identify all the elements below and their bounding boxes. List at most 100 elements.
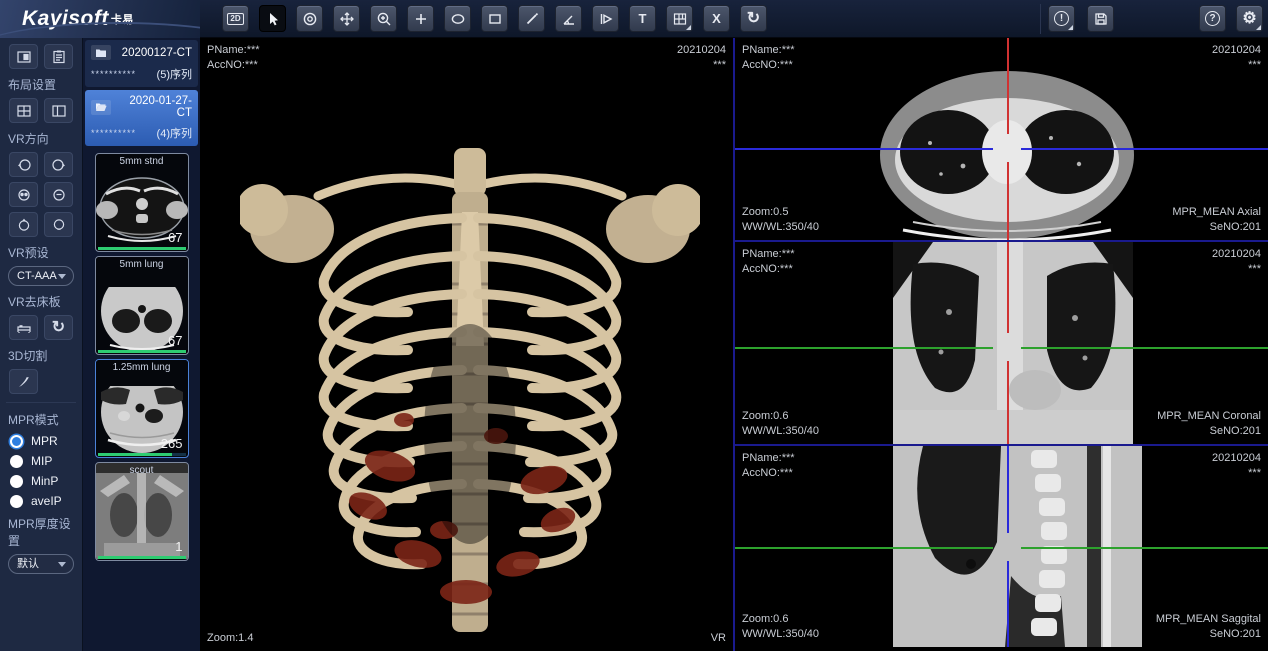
axial-crosshair-horizontal[interactable]: [735, 148, 993, 150]
scalpel-button[interactable]: [9, 369, 38, 394]
help-button[interactable]: ?: [1199, 5, 1226, 32]
vr-head-inferior-button[interactable]: [44, 212, 73, 237]
app-logo: Kayisoft卡易: [0, 0, 200, 38]
layout-single-button[interactable]: [9, 44, 38, 69]
study-item-1[interactable]: 20200127-CT ********** (5)序列: [85, 40, 198, 87]
measure-line-button[interactable]: [518, 5, 545, 32]
head-top-icon: [16, 217, 32, 233]
layout-row-2: [0, 98, 82, 123]
mpr-mode-option-aveip[interactable]: aveIP: [10, 494, 82, 508]
layout-grid-icon: [672, 11, 688, 27]
head-back-icon: [51, 187, 67, 203]
pan-button[interactable]: [333, 5, 360, 32]
coronal-crosshair-vertical[interactable]: [1007, 361, 1009, 446]
axial-crosshair-horizontal[interactable]: [1021, 148, 1268, 150]
mpr-mode-option-minp[interactable]: MinP: [10, 474, 82, 488]
vr-bed-label: VR去床板: [8, 293, 82, 310]
coronal-crosshair-vertical[interactable]: [1007, 242, 1009, 333]
rectangle-icon: [487, 11, 503, 27]
gear-icon: ⚙: [1242, 11, 1256, 27]
folder-open-icon: [91, 100, 111, 115]
series-thumbnail-1[interactable]: 5mm stnd 67: [95, 153, 189, 252]
vr-viewport[interactable]: PName:***AccNO:*** 20210204*** Zoom:1.4 …: [200, 38, 733, 651]
info-button[interactable]: !: [1048, 5, 1075, 32]
layout-2x2-button[interactable]: [9, 98, 38, 123]
rectangle-roi-button[interactable]: [481, 5, 508, 32]
scalpel-icon: [16, 374, 32, 390]
text-annotation-button[interactable]: T: [629, 5, 656, 32]
axial-crosshair-vertical[interactable]: [1007, 162, 1009, 242]
vr-head-left-button[interactable]: [9, 152, 38, 177]
angle-measure-button[interactable]: [555, 5, 582, 32]
toolbar-separator: [1040, 4, 1041, 34]
reset-icon: ↻: [747, 11, 760, 27]
windowing-button[interactable]: [296, 5, 323, 32]
bed-reset-button[interactable]: ↻: [44, 315, 73, 340]
radio-icon: [10, 475, 23, 488]
study-date-overlay: 20210204***: [1212, 451, 1261, 481]
mpr-coronal-viewport[interactable]: PName:***AccNO:*** 20210204*** Zoom:0.6W…: [735, 242, 1268, 446]
zoom-window-overlay: Zoom:0.6WW/WL:350/40: [742, 612, 819, 642]
report-button[interactable]: [44, 44, 73, 69]
pencil-icon: [524, 11, 540, 27]
vr-preset-label: VR预设: [8, 244, 82, 261]
mpr-mode-label: MPR模式: [8, 411, 82, 428]
study-item-2-selected[interactable]: 2020-01-27-CT ********** (4)序列: [85, 90, 198, 146]
vr-head-right-button[interactable]: [44, 152, 73, 177]
series-thumbnail-4[interactable]: scout 1: [95, 462, 189, 561]
vr-head-posterior-button[interactable]: [44, 182, 73, 207]
sagittal-crosshair-vertical[interactable]: [1007, 561, 1009, 647]
remove-bed-button[interactable]: [9, 315, 38, 340]
series-thumbnail-2[interactable]: 5mm lung 67: [95, 256, 189, 355]
left-sidebar: 布局设置 VR方向 VR预设 CT-AAA VR去床板 ↻ 3D切割: [0, 38, 83, 651]
sagittal-crosshair-horizontal[interactable]: [1021, 547, 1268, 549]
zoom-window-overlay: Zoom:0.6WW/WL:350/40: [742, 409, 819, 439]
sidebar-divider: [6, 402, 76, 403]
study-date-overlay: 20210204***: [677, 43, 726, 73]
patient-info-overlay: PName:***AccNO:***: [742, 43, 795, 73]
vr-preset-select[interactable]: CT-AAA: [8, 266, 74, 286]
mpr-sagittal-viewport[interactable]: PName:***AccNO:*** 20210204*** Zoom:0.6W…: [735, 446, 1268, 647]
vr-bed-row: ↻: [0, 315, 82, 340]
thumbnail-list: 5mm stnd 67 5mm lung 67: [83, 149, 200, 561]
crosshair-button[interactable]: [407, 5, 434, 32]
ellipse-roi-button[interactable]: [444, 5, 471, 32]
settings-button[interactable]: ⚙: [1236, 5, 1263, 32]
mpr-column: PName:***AccNO:*** 20210204*** Zoom:0.5W…: [733, 38, 1268, 651]
mpr-mode-option-mpr[interactable]: MPR: [10, 434, 82, 448]
radio-icon: [10, 455, 23, 468]
series-thumbnail-3-selected[interactable]: 1.25mm lung 265: [95, 359, 189, 458]
delete-x-icon: X: [712, 12, 721, 25]
cut-3d-label: 3D切割: [8, 347, 82, 364]
text-icon: T: [639, 12, 647, 25]
load-progress: [98, 453, 186, 456]
mpr-mode-option-mip[interactable]: MIP: [10, 454, 82, 468]
zoom-in-button[interactable]: [370, 5, 397, 32]
cursor-button[interactable]: [259, 5, 286, 32]
export-2d-button[interactable]: 2D: [222, 5, 249, 32]
export-2d-icon: 2D: [227, 13, 243, 25]
coronal-crosshair-horizontal[interactable]: [735, 347, 993, 349]
vr-head-superior-button[interactable]: [9, 212, 38, 237]
vr-head-anterior-button[interactable]: [9, 182, 38, 207]
layout-section-label: 布局设置: [8, 76, 82, 93]
axial-crosshair-vertical[interactable]: [1007, 38, 1009, 134]
reset-view-button[interactable]: ↻: [740, 5, 767, 32]
layout-grid-button[interactable]: [666, 5, 693, 32]
pan-icon: [339, 11, 355, 27]
info-icon: !: [1054, 11, 1069, 26]
zoom-in-icon: [376, 11, 392, 27]
layout-split-button[interactable]: [44, 98, 73, 123]
head-right-icon: [51, 157, 67, 173]
mpr-axial-viewport[interactable]: PName:***AccNO:*** 20210204*** Zoom:0.5W…: [735, 38, 1268, 242]
sagittal-crosshair-vertical[interactable]: [1007, 446, 1009, 533]
mpr-thickness-select[interactable]: 默认: [8, 554, 74, 574]
save-button[interactable]: [1087, 5, 1114, 32]
sagittal-crosshair-horizontal[interactable]: [735, 547, 993, 549]
layout-single-icon: [16, 49, 32, 65]
coronal-crosshair-horizontal[interactable]: [1021, 347, 1268, 349]
vr-direction-row-1: [0, 152, 82, 177]
cine-play-button[interactable]: [592, 5, 619, 32]
load-progress: [98, 247, 186, 250]
delete-annotation-button[interactable]: X: [703, 5, 730, 32]
